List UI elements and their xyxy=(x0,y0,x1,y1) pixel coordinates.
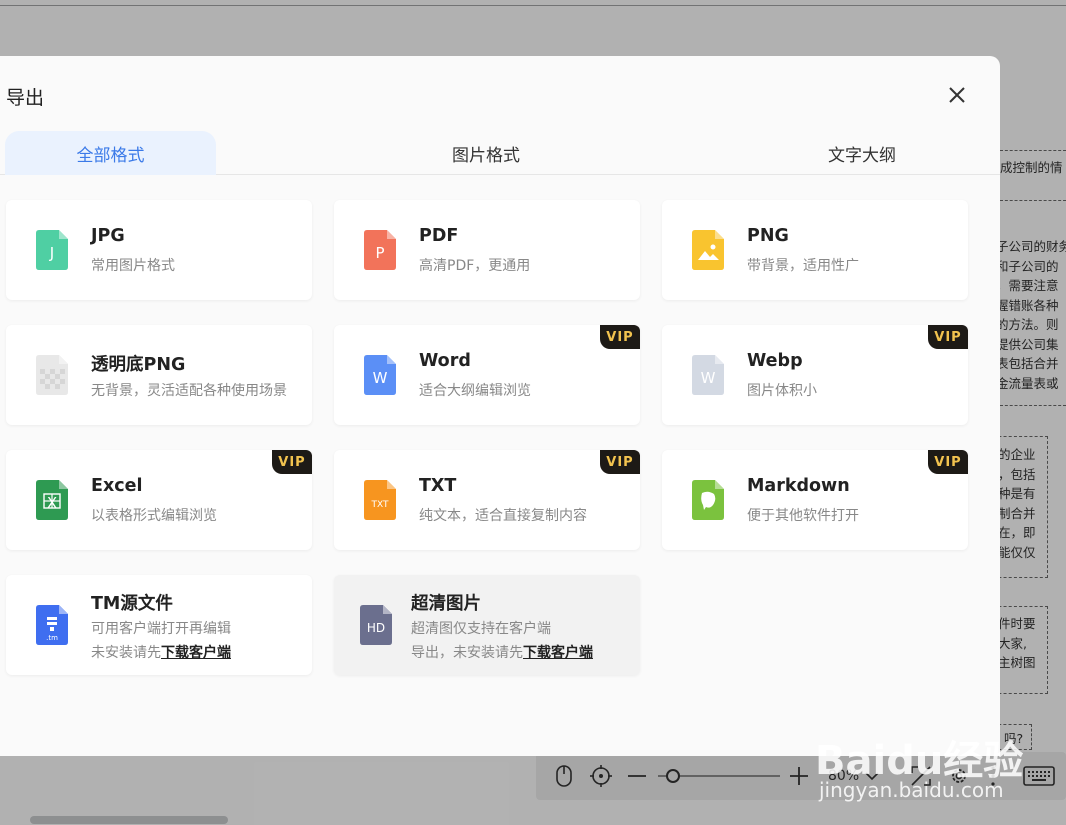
svg-text:W: W xyxy=(701,369,716,387)
format-desc: 以表格形式编辑浏览 xyxy=(91,508,217,524)
format-name: JPG xyxy=(91,226,125,246)
format-card-webp[interactable]: W Webp 图片体积小 VIP xyxy=(662,325,968,425)
format-desc: 带背景，适用性广 xyxy=(747,258,859,274)
close-button[interactable] xyxy=(944,82,970,108)
format-desc: 超清图仅支持在客户端 xyxy=(411,621,551,637)
format-name: Excel xyxy=(91,476,143,496)
format-card-excel[interactable]: X Excel 以表格形式编辑浏览 VIP xyxy=(6,450,312,550)
format-card-jpg[interactable]: J JPG 常用图片格式 xyxy=(6,200,312,300)
vip-badge: VIP xyxy=(272,450,312,474)
format-desc: 常用图片格式 xyxy=(91,258,175,274)
tab-all-formats[interactable]: 全部格式 xyxy=(5,131,216,175)
txt-file-icon: TXT xyxy=(364,480,396,520)
format-card-hd[interactable]: HD 超清图片 超清图仅支持在客户端 导出，未安装请先下载客户端 xyxy=(334,575,640,675)
webp-file-icon: W xyxy=(692,355,724,395)
install-note: 未安装请先 xyxy=(91,645,161,661)
svg-text:TXT: TXT xyxy=(370,500,389,510)
format-note: 未安装请先下载客户端 xyxy=(91,642,231,662)
svg-text:X: X xyxy=(47,494,57,512)
tab-image-formats[interactable]: 图片格式 xyxy=(380,131,592,175)
format-desc: 可用客户端打开再编辑 xyxy=(91,621,231,637)
format-tabs: 全部格式 图片格式 文字大纲 xyxy=(0,131,1000,175)
format-card-txt[interactable]: TXT TXT 纯文本，适合直接复制内容 VIP xyxy=(334,450,640,550)
svg-text:P: P xyxy=(375,244,384,262)
format-desc: 图片体积小 xyxy=(747,383,817,399)
close-icon xyxy=(949,87,965,103)
svg-text:J: J xyxy=(49,244,54,262)
tm-file-icon: .tm xyxy=(36,605,68,645)
hd-file-icon: HD xyxy=(360,605,392,645)
format-desc: 无背景，灵活适配各种使用场景 xyxy=(91,383,287,399)
jpg-file-icon: J xyxy=(36,230,68,270)
format-desc: 高清PDF，更通用 xyxy=(419,258,531,274)
markdown-file-icon xyxy=(692,480,724,520)
install-note: 导出，未安装请先 xyxy=(411,645,523,661)
format-card-pdf[interactable]: P PDF 高清PDF，更通用 xyxy=(334,200,640,300)
download-client-link[interactable]: 下载客户端 xyxy=(523,645,593,661)
format-card-markdown[interactable]: Markdown 便于其他软件打开 VIP xyxy=(662,450,968,550)
baidu-watermark: Baidu经验 jingyan.baidu.com xyxy=(815,720,1065,810)
format-card-png[interactable]: PNG 带背景，适用性广 xyxy=(662,200,968,300)
vip-badge: VIP xyxy=(928,325,968,349)
svg-text:.tm: .tm xyxy=(46,634,58,642)
pdf-file-icon: P xyxy=(364,230,396,270)
vip-badge: VIP xyxy=(928,450,968,474)
transparent-png-file-icon xyxy=(36,355,68,395)
vip-badge: VIP xyxy=(600,325,640,349)
dialog-title: 导出 xyxy=(6,87,45,109)
word-file-icon: W xyxy=(364,355,396,395)
format-card-透明底png[interactable]: 透明底PNG 无背景，灵活适配各种使用场景 xyxy=(6,325,312,425)
format-name: Word xyxy=(419,351,471,371)
format-name: Webp xyxy=(747,351,803,371)
vip-badge: VIP xyxy=(600,450,640,474)
format-name: 透明底PNG xyxy=(91,355,186,375)
format-desc: 便于其他软件打开 xyxy=(747,508,859,524)
format-name: TXT xyxy=(419,476,457,496)
svg-text:W: W xyxy=(373,369,388,387)
format-name: 超清图片 xyxy=(411,594,481,614)
format-name: TM源文件 xyxy=(91,594,173,614)
watermark-url: jingyan.baidu.com xyxy=(819,778,1004,802)
horizontal-scrollbar[interactable] xyxy=(30,816,228,824)
format-card-word[interactable]: W Word 适合大纲编辑浏览 VIP xyxy=(334,325,640,425)
format-note: 导出，未安装请先下载客户端 xyxy=(411,642,593,662)
svg-text:HD: HD xyxy=(367,621,385,635)
format-desc: 适合大纲编辑浏览 xyxy=(419,383,531,399)
format-name: PNG xyxy=(747,226,789,246)
format-name: PDF xyxy=(419,226,459,246)
tab-text-outline[interactable]: 文字大纲 xyxy=(756,131,968,175)
format-card-tm[interactable]: .tm TM源文件 可用客户端打开再编辑 未安装请先下载客户端 xyxy=(6,575,312,675)
export-dialog: 导出 全部格式 图片格式 文字大纲 J JPG 常用图片格式 P PDF 高清PDF，更通… xyxy=(0,56,1000,756)
download-client-link[interactable]: 下载客户端 xyxy=(161,645,231,661)
format-name: Markdown xyxy=(747,476,850,496)
format-desc: 纯文本，适合直接复制内容 xyxy=(419,508,587,524)
excel-file-icon: X xyxy=(36,480,68,520)
png-file-icon xyxy=(692,230,724,270)
